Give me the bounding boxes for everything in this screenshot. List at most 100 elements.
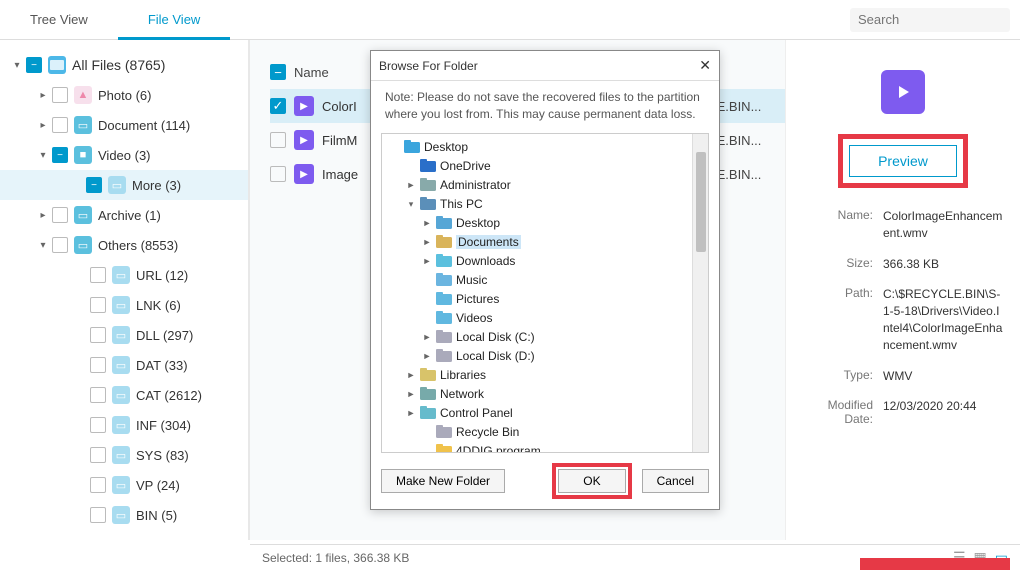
label-name: Name: [801,208,883,242]
dialog-tree-item[interactable]: ▸Videos [384,309,706,328]
tree-item[interactable]: ▭CAT (2612) [0,380,248,410]
preview-button[interactable]: Preview [849,145,957,177]
dialog-tree-item[interactable]: ▸4DDIG program [384,442,706,453]
search-box[interactable] [850,8,1010,32]
chevron-icon[interactable]: ► [406,389,416,399]
checkbox[interactable] [90,357,106,373]
dialog-tree-item[interactable]: ►Local Disk (C:) [384,328,706,347]
checkbox[interactable] [52,87,68,103]
tree-item[interactable]: ▭INF (304) [0,410,248,440]
dialog-tree-item[interactable]: ▾ This PC [384,195,706,214]
dialog-tree-item[interactable]: ▸Recycle Bin [384,423,706,442]
scrollbar[interactable] [692,134,708,452]
archive-icon: ▭ [74,206,92,224]
checkbox[interactable] [90,507,106,523]
chevron-icon[interactable]: ► [422,256,432,266]
close-icon[interactable]: ✕ [699,57,711,74]
dialog-tree-item[interactable]: ►Control Panel [384,404,706,423]
tree-others[interactable]: ▾ ▭ Others (8553) [0,230,248,260]
tree-item[interactable]: ▭LNK (6) [0,290,248,320]
tree-archive[interactable]: ▸ ▭ Archive (1) [0,200,248,230]
cancel-button[interactable]: Cancel [642,469,709,493]
checkbox[interactable] [90,447,106,463]
tab-tree-view[interactable]: Tree View [0,0,118,40]
checkbox[interactable] [52,207,68,223]
file-checkbox[interactable] [270,132,286,148]
chevron-icon[interactable]: ► [422,351,432,361]
checkbox[interactable]: − [26,57,42,73]
dialog-tree-item[interactable]: ►Administrator [384,176,706,195]
checkbox[interactable] [90,387,106,403]
dialog-tree-item[interactable]: ►Documents [384,233,706,252]
dialog-tree-label: This PC [440,197,483,211]
tree-item[interactable]: ▭DLL (297) [0,320,248,350]
chevron-icon[interactable]: ► [422,218,432,228]
dialog-tree[interactable]: ▸Desktop▸OneDrive►Administrator ▾ This PC ►… [381,133,709,453]
tree-more[interactable]: − ▭ More (3) [0,170,248,200]
checkbox[interactable] [90,327,106,343]
detail-panel: Preview Name:ColorImageEnhancement.wmv S… [785,40,1020,540]
checkbox[interactable] [52,117,68,133]
tree-item[interactable]: ▭DAT (33) [0,350,248,380]
tree-video[interactable]: ▾ − ■ Video (3) [0,140,248,170]
dialog-tree-item[interactable]: ►Desktop [384,214,706,233]
view-tabs: Tree View File View [0,0,230,40]
tree-item[interactable]: ▭BIN (5) [0,500,248,530]
value-path: C:\$RECYCLE.BIN\S-1-5-18\Drivers\Video.I… [883,286,1005,353]
tree-item[interactable]: ▭SYS (83) [0,440,248,470]
checkbox[interactable] [52,237,68,253]
checkbox[interactable]: − [86,177,102,193]
dialog-buttons: Make New Folder OK Cancel [371,453,719,509]
chevron-icon[interactable]: ▾ [406,199,416,210]
tree-label: All Files (8765) [72,57,165,73]
dialog-tree-item[interactable]: ►Downloads [384,252,706,271]
col-name-header[interactable]: Name [294,65,329,80]
chevron-down-icon[interactable]: ▾ [36,150,50,161]
make-new-folder-button[interactable]: Make New Folder [381,469,505,493]
dialog-tree-item[interactable]: ▸OneDrive [384,157,706,176]
label-modified: Modified Date: [801,398,883,426]
chevron-icon[interactable]: ► [406,370,416,380]
checkbox[interactable] [90,267,106,283]
chevron-icon[interactable]: ► [406,180,416,190]
cloud-icon [420,159,436,173]
search-input[interactable] [858,12,1020,27]
label-type: Type: [801,368,883,385]
tree-item[interactable]: ▭VP (24) [0,470,248,500]
checkbox[interactable] [90,477,106,493]
chevron-down-icon[interactable]: ▾ [36,240,50,251]
dialog-titlebar: Browse For Folder ✕ [371,51,719,81]
chevron-right-icon[interactable]: ▸ [36,210,50,221]
folder-icon: ▭ [112,416,130,434]
checkbox[interactable] [90,297,106,313]
file-name: ColorI [322,99,357,114]
file-checkbox[interactable] [270,166,286,182]
chevron-icon[interactable]: ► [422,237,432,247]
value-size: 366.38 KB [883,256,1005,273]
preview-highlight: Preview [838,134,968,188]
chevron-right-icon[interactable]: ▸ [36,120,50,131]
dialog-tree-item[interactable]: ►Network [384,385,706,404]
tree-item[interactable]: ▭URL (12) [0,260,248,290]
chevron-icon[interactable]: ► [406,408,416,418]
checkbox[interactable] [90,417,106,433]
select-all-checkbox[interactable]: − [270,64,286,80]
tree-photo[interactable]: ▸ ▲ Photo (6) [0,80,248,110]
dialog-tree-item[interactable]: ► Libraries [384,366,706,385]
dialog-tree-label: Libraries [440,368,486,382]
dialog-tree-item[interactable]: ▸Music [384,271,706,290]
file-checkbox[interactable]: ✓ [270,98,286,114]
chevron-right-icon[interactable]: ▸ [36,90,50,101]
ok-button[interactable]: OK [558,469,625,493]
dialog-tree-item[interactable]: ►Local Disk (D:) [384,347,706,366]
dialog-tree-label: Pictures [456,292,499,306]
tree-document[interactable]: ▸ ▭ Document (114) [0,110,248,140]
checkbox[interactable]: − [52,147,68,163]
dialog-tree-item[interactable]: ▸Desktop [384,138,706,157]
chevron-down-icon[interactable]: ▾ [10,60,24,71]
photo-icon: ▲ [74,86,92,104]
tab-file-view[interactable]: File View [118,0,231,40]
chevron-icon[interactable]: ► [422,332,432,342]
dialog-tree-item[interactable]: ▸Pictures [384,290,706,309]
tree-root[interactable]: ▾ − All Files (8765) [0,50,248,80]
